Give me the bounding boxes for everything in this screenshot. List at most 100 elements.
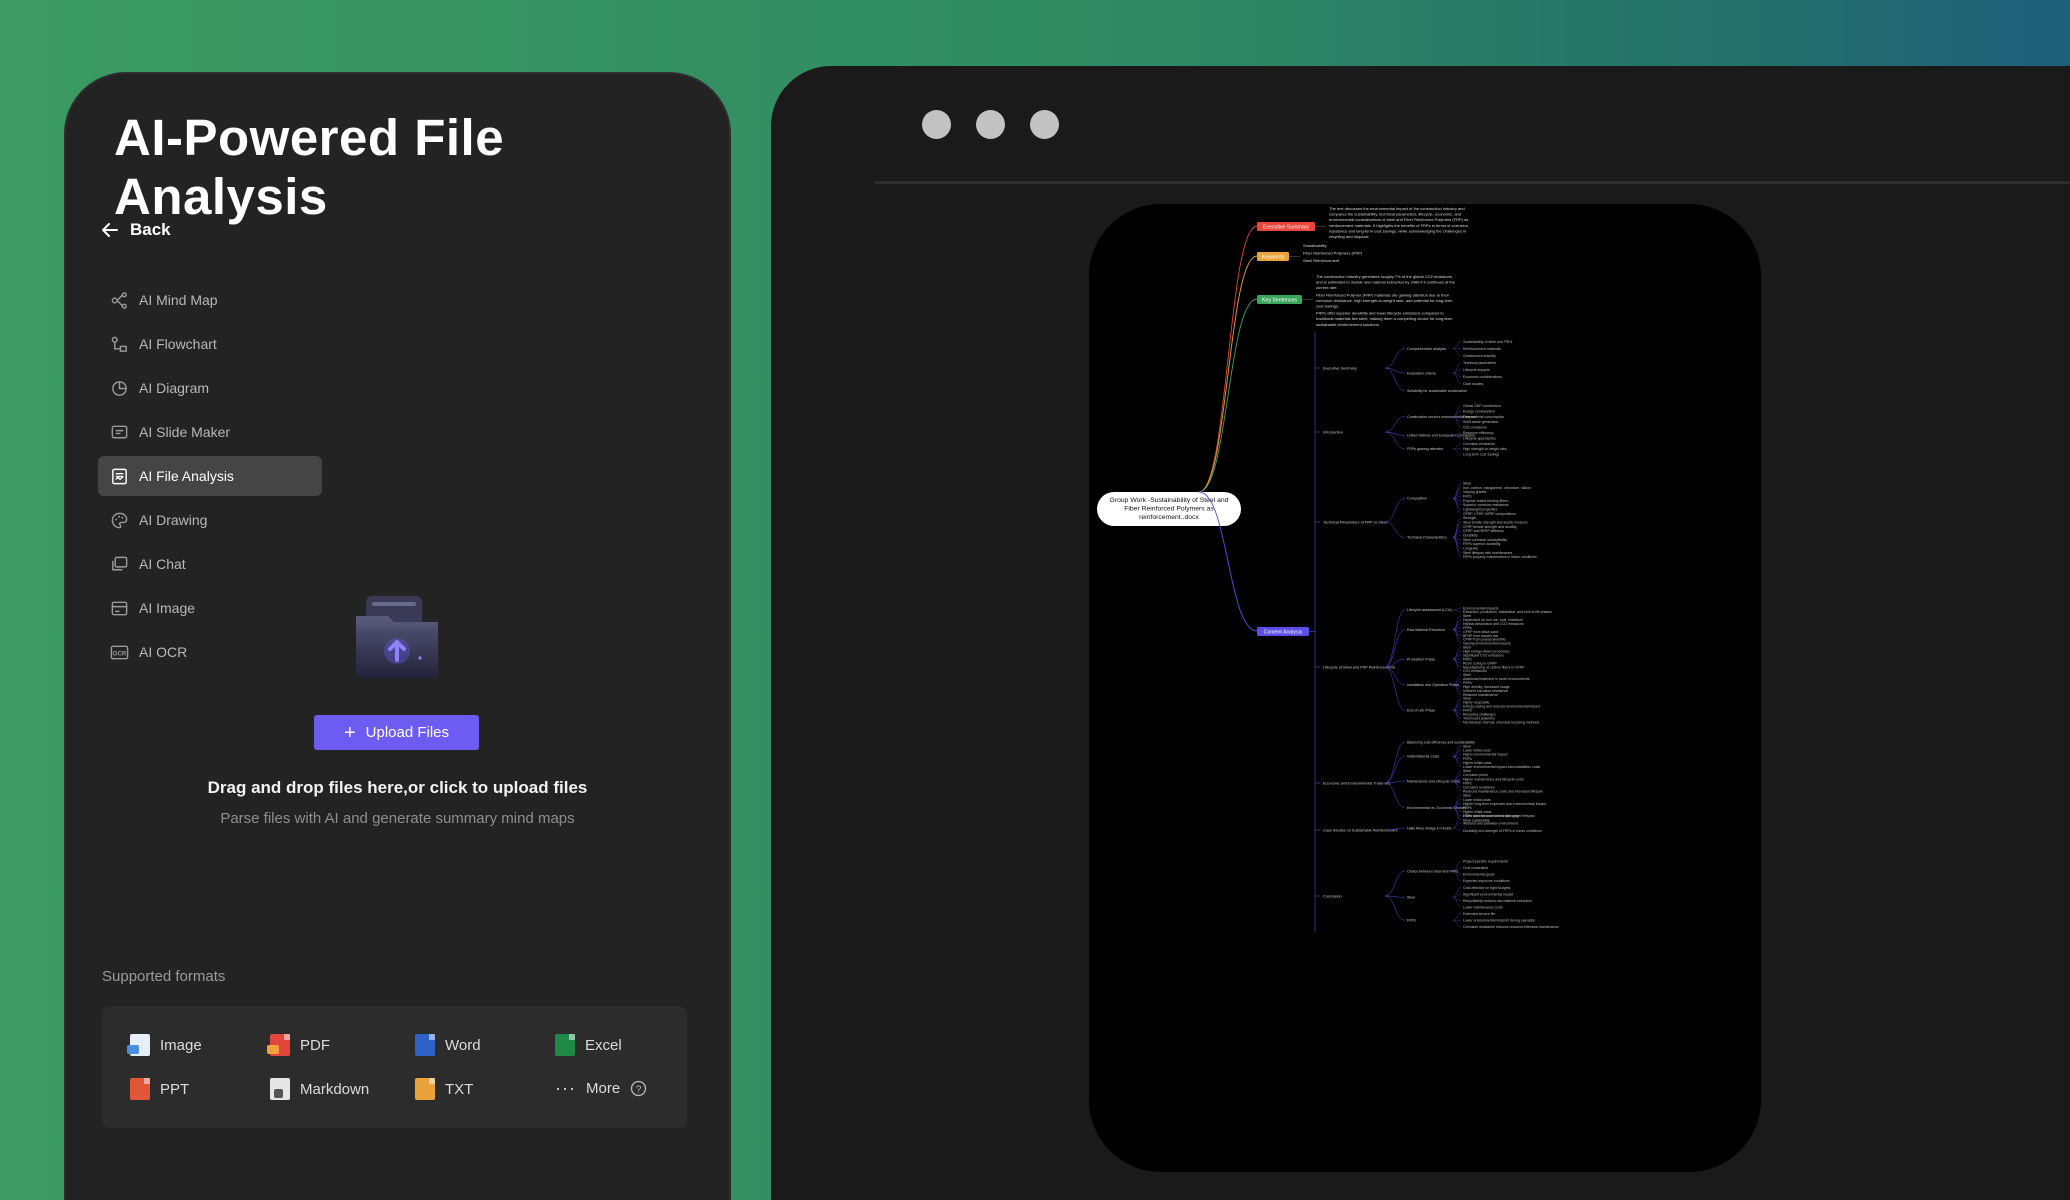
tool-menu: AI Mind Map AI Flowchart AI Diagram AI S… (98, 280, 322, 676)
mind-map-child-label: Maintenance and Lifecycle Costs (1407, 779, 1460, 783)
menu-item-drawing[interactable]: AI Drawing (98, 500, 322, 540)
mind-map-root-text: reinforcement..docx (1139, 514, 1199, 521)
mind-map-link (1452, 615, 1462, 630)
mind-map-leaf-label: Sustainability of steel and FRPs (1463, 340, 1513, 344)
menu-item-label: AI Drawing (139, 512, 208, 528)
mind-map-child-label: Lifecycle assessment (LCA) (1407, 608, 1452, 612)
menu-item-ocr[interactable]: OCR AI OCR (98, 632, 322, 672)
window-divider (875, 181, 2070, 184)
mind-map-note: cost savings. (1316, 304, 1339, 309)
menu-item-label: AI Mind Map (139, 292, 218, 308)
mind-map-leaf-label: FRPs used for corrosion challenges (1463, 814, 1519, 818)
mind-map-root-text: Fiber Reinforced Polymers as (1124, 506, 1214, 513)
menu-item-label: AI Chat (139, 556, 186, 572)
mind-map-link (1198, 298, 1258, 493)
mind-map-link (1384, 870, 1406, 897)
palette-icon (111, 512, 128, 528)
menu-item-image[interactable]: AI Image (98, 588, 322, 628)
chat-icon (112, 556, 128, 570)
image-icon (111, 601, 128, 615)
format-label: PPT (160, 1080, 190, 1098)
mind-map-link (1452, 745, 1462, 757)
mind-map-leaf-label: Energy consumption (1463, 409, 1495, 413)
format-excel: Excel (555, 1034, 622, 1056)
markdown-file-icon (270, 1078, 290, 1100)
mind-map-link (1452, 629, 1462, 640)
mind-map-child-label: End of Life Phase (1407, 709, 1435, 713)
format-ppt: PPT (130, 1078, 189, 1100)
mind-map-section-label: Economic and Environmental Trade-offs (1323, 781, 1391, 785)
mind-map-leaf-label: Reinforcement materials (1463, 347, 1501, 351)
word-file-icon (415, 1034, 435, 1056)
menu-item-label: AI File Analysis (139, 468, 234, 484)
mind-map-link (1384, 895, 1406, 921)
format-word: Word (415, 1034, 481, 1056)
more-formats-button[interactable]: ··· More ? (555, 1078, 647, 1099)
mind-map-leaf-label: Environmental goals (1463, 873, 1495, 877)
help-icon[interactable]: ? (630, 1080, 647, 1097)
mind-map-child-label: Technical Characteristics (1407, 536, 1447, 540)
format-label: Word (445, 1036, 481, 1054)
mind-map-child-label: Suitability for sustainable construction (1407, 389, 1467, 393)
mind-map-section-label: Conclusion (1323, 894, 1342, 898)
mind-map-section-label: Case Studies on Sustainable Reinforcemen… (1323, 828, 1398, 832)
excel-file-icon (555, 1034, 575, 1056)
mind-map-note: FRPs offer superior durability and lower… (1316, 311, 1445, 316)
mind-map-link (1384, 666, 1406, 685)
menu-item-flowchart[interactable]: AI Flowchart (98, 324, 322, 364)
mind-map-leaf-label: Long-term cost savings (1463, 453, 1499, 457)
mind-map-leaf-label: FRPs property maintenance in harsh condi… (1463, 555, 1537, 559)
mind-map-link (1452, 521, 1462, 538)
mind-map-leaf-label: Wetland and saltwater environment (1463, 821, 1518, 825)
mind-map-child-label: Halls River Bridge in Florida (1407, 826, 1452, 830)
mind-map-child-label: Initial Material Costs (1407, 755, 1440, 759)
back-button[interactable]: Back (100, 220, 171, 240)
mind-map-child-label: Composition (1407, 497, 1427, 501)
mind-map-note: compares the sustainability, technical p… (1329, 212, 1461, 217)
mind-map-leaf-label: Corrosion resistance reduces resource-in… (1463, 925, 1559, 929)
mind-map-leaf-label: Global GDP contribution (1463, 404, 1501, 408)
mind-map-note: recycling and disposal. (1329, 234, 1369, 239)
mind-map-leaf-label: Solid waste generation (1463, 420, 1498, 424)
mind-map-note: Steel Reinforcement (1303, 258, 1340, 263)
menu-item-slide-maker[interactable]: AI Slide Maker (98, 412, 322, 452)
mind-map-child-label: Environmental vs. Economic Choices (1407, 806, 1467, 810)
menu-item-label: AI Image (139, 600, 196, 616)
mind-map-branch-label: Keywords (1262, 255, 1285, 261)
ppt-file-icon (130, 1078, 150, 1100)
menu-item-mind-map[interactable]: AI Mind Map (98, 280, 322, 320)
menu-item-chat[interactable]: AI Chat (98, 544, 322, 584)
mind-map-link (1452, 815, 1462, 829)
menu-item-file-analysis[interactable]: AI File Analysis (98, 456, 322, 496)
mind-map-leaf-label: Mechanical, thermal, chemical recycling … (1463, 720, 1540, 724)
mind-map-preview[interactable]: Group Work -Sustainability of Steel and F… (1089, 204, 1761, 1172)
menu-item-label: AI Diagram (139, 380, 210, 396)
upload-files-button[interactable]: + Upload Files (314, 715, 479, 750)
mind-map-leaf-label: Lower maintenance costs (1463, 905, 1503, 909)
dropzone-subtitle: Parse files with AI and generate summary… (220, 810, 575, 827)
mind-map-leaf-label: Reduced maintenance costs and increased … (1463, 790, 1543, 794)
mind-map-icon (111, 291, 127, 309)
mind-map-link (1452, 498, 1462, 514)
mind-map-leaf-label: Corrosion resistance (1463, 442, 1495, 446)
menu-item-diagram[interactable]: AI Diagram (98, 368, 322, 408)
mind-map-leaf-label: Case studies (1463, 382, 1483, 386)
mind-map-note: environmental considerations of steel an… (1329, 217, 1468, 222)
mind-map-branch-label: Executive Summary (1263, 225, 1310, 231)
mind-map-note: reinforcement materials. It highlights t… (1329, 223, 1468, 228)
mind-map-link (1384, 521, 1406, 538)
mind-map-link (1452, 537, 1462, 553)
menu-item-label: AI OCR (139, 644, 188, 660)
mind-map-leaf-label: Durability and strength of FRPs in harsh… (1463, 829, 1542, 833)
mind-map-link (1452, 448, 1462, 455)
mind-map-link (1198, 225, 1258, 493)
mind-map-note: traditional materials like steel, making… (1316, 316, 1453, 321)
mind-map-leaf-label: Technical parameters (1463, 361, 1497, 365)
arrow-left-icon (102, 223, 118, 237)
mind-map-link (1384, 431, 1406, 450)
mind-map-canvas[interactable]: Group Work -Sustainability of Steel and F… (1089, 204, 1761, 1172)
format-markdown: Markdown (270, 1078, 369, 1100)
format-label: Image (160, 1036, 202, 1054)
mind-map-branch-label: Content Analysis (1264, 630, 1303, 636)
mind-map-note: The construction industry generates roug… (1316, 274, 1452, 279)
